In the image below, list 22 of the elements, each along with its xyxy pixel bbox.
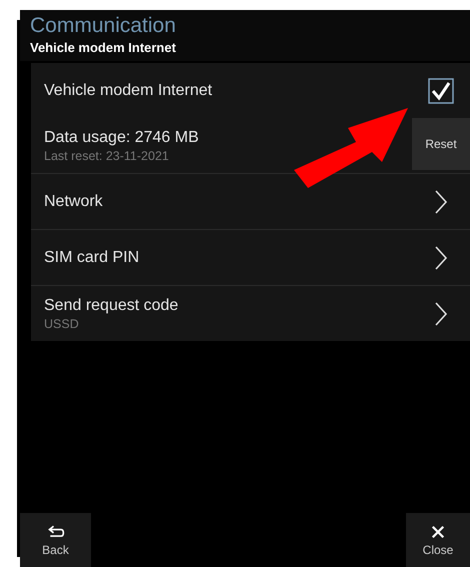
chevron-right-icon (434, 244, 448, 270)
settings-row[interactable]: Send request code USSD (31, 285, 470, 341)
chevron-right-icon (434, 188, 448, 214)
return-arrow-icon (46, 525, 64, 539)
screen-title: Communication (30, 14, 177, 38)
reset-button[interactable]: Reset (412, 118, 470, 170)
row-label: Network (44, 192, 104, 210)
close-button[interactable]: Close (406, 513, 470, 567)
row-label: SIM card PIN (44, 248, 140, 266)
screen-subtitle: Vehicle modem Internet (30, 40, 177, 55)
close-icon (429, 525, 447, 539)
row-sublabel: USSD (44, 316, 80, 330)
row-label: Data usage: 2746 MB (44, 128, 200, 146)
back-button[interactable]: Back (20, 513, 91, 567)
chevron-right-icon (434, 300, 448, 326)
settings-row[interactable]: Data usage: 2746 MB Last reset: 23-11-2021 Reset (31, 118, 470, 173)
settings-row[interactable]: Vehicle modem Internet (31, 63, 470, 118)
row-label: Vehicle modem Internet (44, 82, 214, 100)
settings-row[interactable]: SIM card PIN (31, 229, 470, 285)
row-label: Send request code (44, 296, 180, 314)
row-sublabel: Last reset: 23-11-2021 (44, 148, 170, 162)
checkbox[interactable] (428, 78, 454, 104)
